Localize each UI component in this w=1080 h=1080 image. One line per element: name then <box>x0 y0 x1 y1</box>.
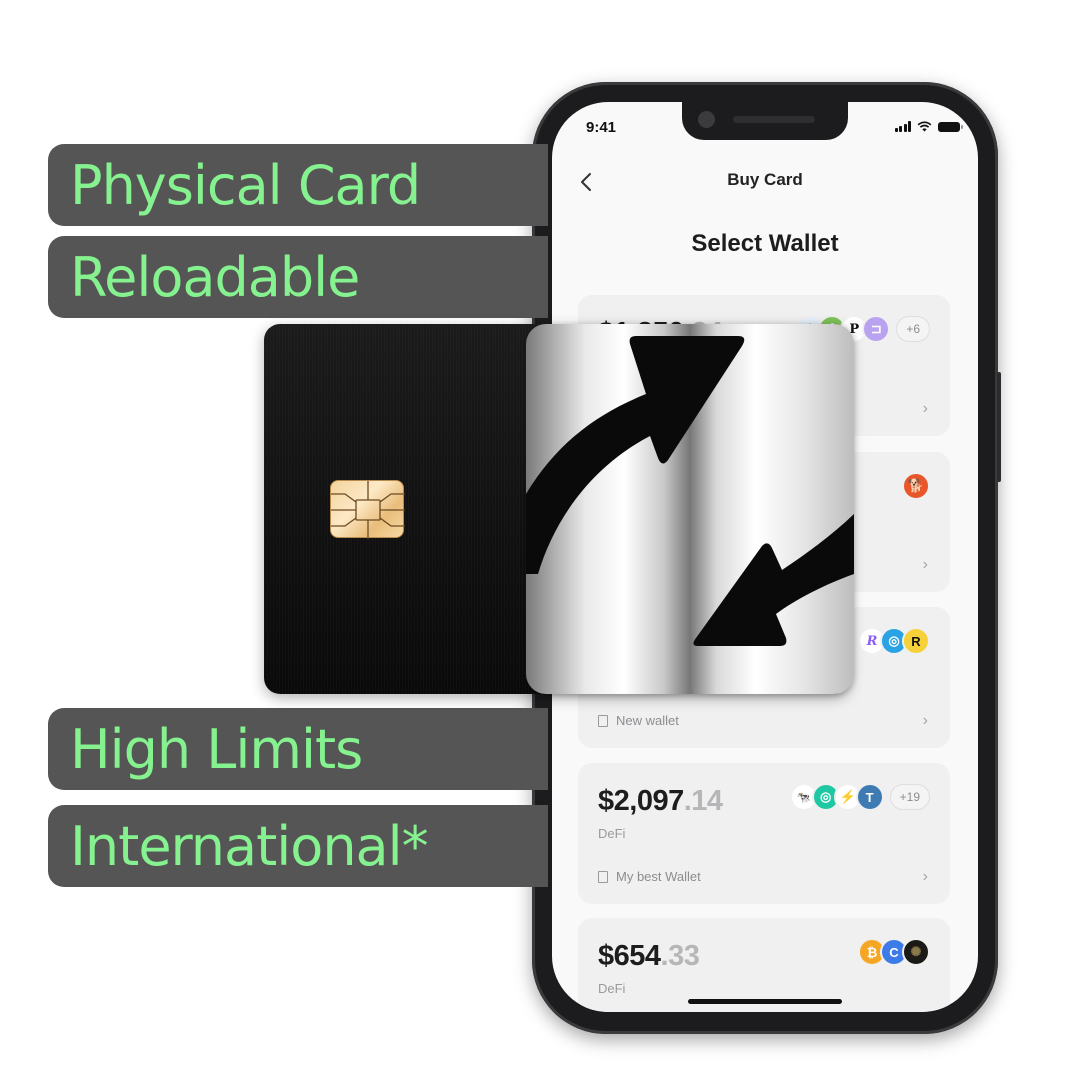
wifi-icon <box>917 121 932 132</box>
feature-label: International* <box>70 814 429 878</box>
wallet-card[interactable]: $2,097.14 DeFi 🐄 ◎ ⚡ T +19 My best Walle… <box>578 763 950 904</box>
chevron-right-icon: › <box>922 556 928 573</box>
wallet-card[interactable]: $654.33 DeFi ₿ C ✺ <box>578 918 950 1012</box>
shiba-coin-icon: 🐕 <box>902 472 930 500</box>
wallet-amount: $2,097.14 <box>598 785 723 818</box>
bookmark-icon <box>598 714 608 727</box>
more-coins-badge: +19 <box>889 784 930 810</box>
phone-side-button <box>997 372 1001 482</box>
t-coin-icon: T <box>855 783 884 811</box>
feature-pill-high-limits: High Limits <box>48 708 548 790</box>
wallet-coins: R ◎ R <box>858 627 930 655</box>
feature-pill-physical-card: Physical Card <box>48 144 548 226</box>
status-icons <box>894 121 963 132</box>
bookmark-icon <box>598 870 608 883</box>
emv-chip-icon <box>330 480 405 539</box>
swap-arrows-logo <box>526 324 854 694</box>
wallet-amount-whole: $2,097 <box>598 785 684 817</box>
wallet-coins: 🐕 <box>902 472 930 500</box>
feature-label: Reloadable <box>70 245 360 309</box>
feature-label: Physical Card <box>70 153 421 217</box>
feature-pill-international: International* <box>48 805 548 887</box>
chevron-right-icon: › <box>922 400 928 417</box>
wallet-name: My best Wallet <box>616 869 701 884</box>
wallet-coins: ₿ C ✺ <box>858 938 930 966</box>
speaker-grille <box>733 116 815 123</box>
wallet-footer: New wallet <box>598 713 679 728</box>
wallet-amount: $654.33 <box>598 940 700 973</box>
wallet-coins: 🐄 ◎ ⚡ T +19 <box>789 783 930 811</box>
purple-square-coin-icon: ⊐ <box>862 315 891 343</box>
status-time: 9:41 <box>586 119 617 136</box>
home-indicator[interactable] <box>688 999 842 1004</box>
wallet-amount-cents: .14 <box>683 785 723 817</box>
feature-pill-reloadable: Reloadable <box>48 236 548 318</box>
dark-gold-coin-icon: ✺ <box>902 938 930 966</box>
yellow-r-coin-icon: R <box>902 627 930 655</box>
wallet-name: New wallet <box>616 713 679 728</box>
more-coins-badge: +6 <box>896 316 930 342</box>
chevron-right-icon: › <box>922 712 928 729</box>
wallet-footer: My best Wallet <box>598 869 701 884</box>
wallet-amount-whole: $654 <box>598 940 661 972</box>
chevron-right-icon: › <box>922 868 928 885</box>
phone-notch <box>682 102 848 140</box>
wallet-amount-cents: .33 <box>660 940 700 972</box>
page-title: Select Wallet <box>691 230 839 257</box>
battery-icon <box>938 121 963 132</box>
signal-icon <box>894 121 911 132</box>
wallet-type: DeFi <box>598 826 626 841</box>
wallet-type: DeFi <box>598 981 626 996</box>
feature-label: High Limits <box>70 717 363 781</box>
camera-icon <box>698 111 715 128</box>
nav-title: Buy Card <box>727 170 803 189</box>
